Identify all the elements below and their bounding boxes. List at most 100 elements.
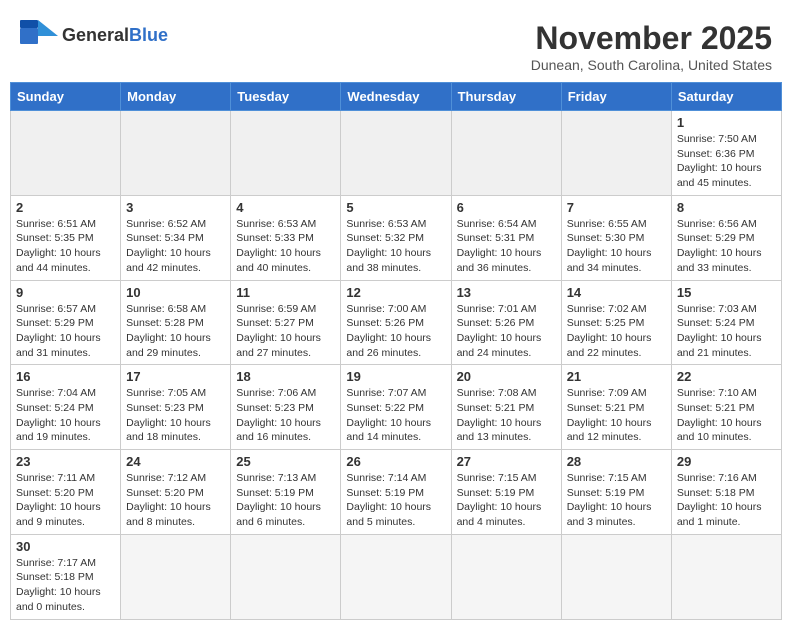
weekday-header-thursday: Thursday — [451, 83, 561, 111]
day-number: 7 — [567, 200, 666, 215]
day-number: 25 — [236, 454, 335, 469]
title-block: November 2025 Dunean, South Carolina, Un… — [531, 20, 772, 73]
day-number: 11 — [236, 285, 335, 300]
day-info: Sunrise: 7:01 AM Sunset: 5:26 PM Dayligh… — [457, 302, 556, 361]
calendar-week-5: 23Sunrise: 7:11 AM Sunset: 5:20 PM Dayli… — [11, 450, 782, 535]
calendar-week-4: 16 Sunrise: 7:04 AM Sunset: 5:24 PM Dayli… — [11, 365, 782, 450]
day-info: Sunrise: 7:08 AM Sunset: 5:21 PM Dayligh… — [457, 386, 556, 445]
day-info: Sunrise: 6:51 AM Sunset: 5:35 PM Dayligh… — [16, 217, 115, 276]
calendar-cell: 14 Sunrise: 7:02 AM Sunset: 5:25 PM Dayli… — [561, 280, 671, 365]
calendar-cell — [121, 111, 231, 196]
day-info: Sunrise: 6:58 AM Sunset: 5:28 PM Dayligh… — [126, 302, 225, 361]
calendar-week-1: 1 Sunrise: 7:50 AM Sunset: 6:36 PM Daylig… — [11, 111, 782, 196]
weekday-header-monday: Monday — [121, 83, 231, 111]
day-info: Sunrise: 7:00 AM Sunset: 5:26 PM Dayligh… — [346, 302, 445, 361]
day-number: 26 — [346, 454, 445, 469]
calendar-cell: 10 Sunrise: 6:58 AM Sunset: 5:28 PM Dayli… — [121, 280, 231, 365]
calendar-cell: 16 Sunrise: 7:04 AM Sunset: 5:24 PM Dayli… — [11, 365, 121, 450]
calendar-cell: 13 Sunrise: 7:01 AM Sunset: 5:26 PM Dayli… — [451, 280, 561, 365]
calendar-cell — [451, 534, 561, 619]
calendar-cell: 22Sunrise: 7:10 AM Sunset: 5:21 PM Dayli… — [671, 365, 781, 450]
calendar-cell — [11, 111, 121, 196]
day-number: 24 — [126, 454, 225, 469]
calendar-cell: 20 Sunrise: 7:08 AM Sunset: 5:21 PM Dayli… — [451, 365, 561, 450]
calendar-cell: 5Sunrise: 6:53 AM Sunset: 5:32 PM Daylig… — [341, 195, 451, 280]
logo-text: GeneralBlue — [62, 26, 168, 46]
day-number: 20 — [457, 369, 556, 384]
calendar-cell — [671, 534, 781, 619]
calendar-cell: 9 Sunrise: 6:57 AM Sunset: 5:29 PM Daylig… — [11, 280, 121, 365]
calendar-cell: 1 Sunrise: 7:50 AM Sunset: 6:36 PM Daylig… — [671, 111, 781, 196]
day-number: 22 — [677, 369, 776, 384]
day-info: Sunrise: 6:53 AM Sunset: 5:33 PM Dayligh… — [236, 217, 335, 276]
calendar-cell: 29Sunrise: 7:16 AM Sunset: 5:18 PM Dayli… — [671, 450, 781, 535]
day-info: Sunrise: 7:15 AM Sunset: 5:19 PM Dayligh… — [567, 471, 666, 530]
day-info: Sunrise: 7:15 AM Sunset: 5:19 PM Dayligh… — [457, 471, 556, 530]
day-number: 1 — [677, 115, 776, 130]
calendar-cell: 12 Sunrise: 7:00 AM Sunset: 5:26 PM Dayli… — [341, 280, 451, 365]
day-number: 3 — [126, 200, 225, 215]
calendar-cell — [231, 111, 341, 196]
weekday-header-sunday: Sunday — [11, 83, 121, 111]
calendar-cell: 17Sunrise: 7:05 AM Sunset: 5:23 PM Dayli… — [121, 365, 231, 450]
day-info: Sunrise: 7:05 AM Sunset: 5:23 PM Dayligh… — [126, 386, 225, 445]
calendar-cell: 24 Sunrise: 7:12 AM Sunset: 5:20 PM Dayli… — [121, 450, 231, 535]
calendar-cell: 21 Sunrise: 7:09 AM Sunset: 5:21 PM Dayli… — [561, 365, 671, 450]
day-number: 15 — [677, 285, 776, 300]
logo-blue: Blue — [129, 25, 168, 45]
calendar-cell — [451, 111, 561, 196]
day-number: 14 — [567, 285, 666, 300]
calendar-cell — [341, 111, 451, 196]
calendar-cell: 8Sunrise: 6:56 AM Sunset: 5:29 PM Daylig… — [671, 195, 781, 280]
day-number: 29 — [677, 454, 776, 469]
calendar-week-2: 2Sunrise: 6:51 AM Sunset: 5:35 PM Daylig… — [11, 195, 782, 280]
calendar-cell: 6Sunrise: 6:54 AM Sunset: 5:31 PM Daylig… — [451, 195, 561, 280]
day-number: 10 — [126, 285, 225, 300]
calendar-cell: 28Sunrise: 7:15 AM Sunset: 5:19 PM Dayli… — [561, 450, 671, 535]
day-number: 8 — [677, 200, 776, 215]
day-number: 9 — [16, 285, 115, 300]
day-number: 27 — [457, 454, 556, 469]
calendar-cell — [121, 534, 231, 619]
day-info: Sunrise: 6:59 AM Sunset: 5:27 PM Dayligh… — [236, 302, 335, 361]
calendar-cell: 26 Sunrise: 7:14 AM Sunset: 5:19 PM Dayli… — [341, 450, 451, 535]
calendar-cell: 3Sunrise: 6:52 AM Sunset: 5:34 PM Daylig… — [121, 195, 231, 280]
day-info: Sunrise: 6:55 AM Sunset: 5:30 PM Dayligh… — [567, 217, 666, 276]
day-info: Sunrise: 7:07 AM Sunset: 5:22 PM Dayligh… — [346, 386, 445, 445]
calendar-week-3: 9 Sunrise: 6:57 AM Sunset: 5:29 PM Daylig… — [11, 280, 782, 365]
calendar-cell — [341, 534, 451, 619]
weekday-header-friday: Friday — [561, 83, 671, 111]
logo: GeneralBlue — [20, 20, 168, 52]
calendar-cell — [231, 534, 341, 619]
day-info: Sunrise: 7:11 AM Sunset: 5:20 PM Dayligh… — [16, 471, 115, 530]
calendar-header-row: SundayMondayTuesdayWednesdayThursdayFrid… — [11, 83, 782, 111]
day-number: 21 — [567, 369, 666, 384]
day-number: 12 — [346, 285, 445, 300]
day-info: Sunrise: 7:13 AM Sunset: 5:19 PM Dayligh… — [236, 471, 335, 530]
day-number: 18 — [236, 369, 335, 384]
day-info: Sunrise: 6:57 AM Sunset: 5:29 PM Dayligh… — [16, 302, 115, 361]
day-info: Sunrise: 7:50 AM Sunset: 6:36 PM Dayligh… — [677, 132, 776, 191]
weekday-header-saturday: Saturday — [671, 83, 781, 111]
page-header: GeneralBlue November 2025 Dunean, South … — [10, 10, 782, 78]
calendar-cell: 27 Sunrise: 7:15 AM Sunset: 5:19 PM Dayli… — [451, 450, 561, 535]
weekday-header-tuesday: Tuesday — [231, 83, 341, 111]
day-number: 5 — [346, 200, 445, 215]
day-info: Sunrise: 7:06 AM Sunset: 5:23 PM Dayligh… — [236, 386, 335, 445]
calendar-week-6: 30Sunrise: 7:17 AM Sunset: 5:18 PM Dayli… — [11, 534, 782, 619]
day-number: 4 — [236, 200, 335, 215]
location-subtitle: Dunean, South Carolina, United States — [531, 57, 772, 73]
logo-icon — [20, 20, 58, 52]
day-info: Sunrise: 7:14 AM Sunset: 5:19 PM Dayligh… — [346, 471, 445, 530]
calendar-cell: 25 Sunrise: 7:13 AM Sunset: 5:19 PM Dayli… — [231, 450, 341, 535]
day-number: 13 — [457, 285, 556, 300]
day-info: Sunrise: 7:12 AM Sunset: 5:20 PM Dayligh… — [126, 471, 225, 530]
calendar-table: SundayMondayTuesdayWednesdayThursdayFrid… — [10, 82, 782, 620]
day-info: Sunrise: 7:02 AM Sunset: 5:25 PM Dayligh… — [567, 302, 666, 361]
calendar-cell: 23Sunrise: 7:11 AM Sunset: 5:20 PM Dayli… — [11, 450, 121, 535]
day-info: Sunrise: 7:09 AM Sunset: 5:21 PM Dayligh… — [567, 386, 666, 445]
calendar-cell — [561, 534, 671, 619]
day-info: Sunrise: 7:04 AM Sunset: 5:24 PM Dayligh… — [16, 386, 115, 445]
calendar-cell: 19Sunrise: 7:07 AM Sunset: 5:22 PM Dayli… — [341, 365, 451, 450]
day-number: 16 — [16, 369, 115, 384]
